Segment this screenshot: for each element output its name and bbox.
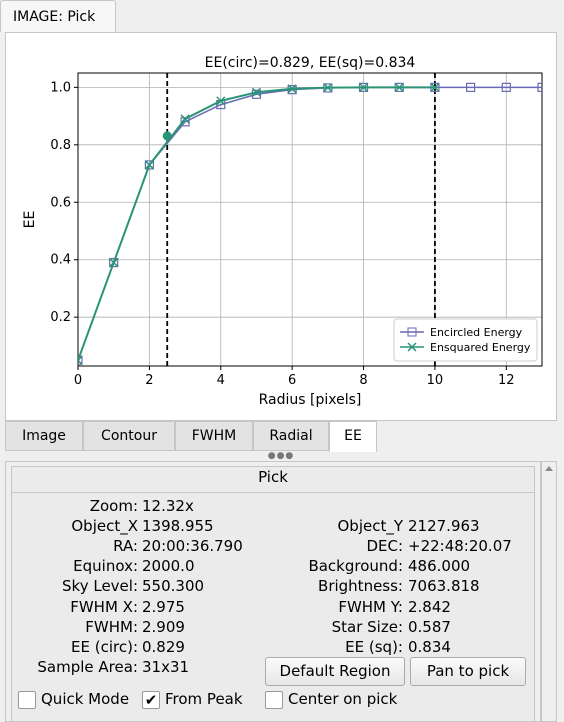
pick-field-value: 31x31 (142, 657, 190, 676)
y-tick-label: 0.6 (50, 195, 71, 210)
tab-image[interactable]: Image (5, 421, 83, 451)
pick-field-value: 2.909 (142, 617, 185, 636)
from-peak-label: From Peak (165, 690, 243, 708)
pan-to-pick-button[interactable]: Pan to pick (410, 657, 526, 686)
pick-field-label: FWHM X: (70, 597, 138, 616)
plot-tab-bar: Image Contour FWHM Radial EE (5, 421, 557, 452)
pick-field-label: RA: (113, 537, 138, 556)
window-title: IMAGE: Pick (13, 9, 96, 25)
series-line (78, 86, 435, 361)
splitter-handle[interactable]: ●●● (266, 451, 296, 461)
plot-frame: 0 2 4 6 8 10 12 0.2 0.4 0.6 0.8 1.0 EE(circ)=0.829, … (5, 32, 557, 421)
pick-field-label: Background: (308, 557, 403, 576)
center-on-pick-checkbox[interactable] (265, 691, 283, 709)
center-on-pick-label: Center on pick (288, 690, 398, 708)
pick-field-label: Zoom: (89, 497, 138, 515)
pick-field-value: 12.32x (142, 497, 194, 515)
window-title-tab[interactable]: IMAGE: Pick (0, 0, 116, 32)
pick-field-label: Equinox: (73, 557, 138, 576)
pick-field-label: FWHM Y: (338, 597, 403, 616)
quick-mode-label: Quick Mode (41, 690, 130, 708)
x-tick-label: 8 (359, 373, 367, 388)
y-tick-label: 0.2 (50, 310, 71, 325)
y-tick-label: 0.8 (50, 138, 71, 153)
x-tick-label: 2 (145, 373, 153, 388)
check-mark-icon: ✔ (144, 691, 158, 709)
pick-field-value: +22:48:20.07 (408, 537, 512, 556)
x-axis-label: Radius [pixels] (259, 392, 362, 408)
pick-field-value: 2000.0 (142, 557, 195, 576)
x-tick-label: 0 (74, 373, 82, 388)
ee-point-marker (162, 131, 172, 141)
pick-group-title: Pick (258, 468, 288, 486)
tab-radial[interactable]: Radial (253, 421, 329, 451)
tab-contour[interactable]: Contour (83, 421, 175, 451)
chart-title: EE(circ)=0.829, EE(sq)=0.834 (205, 55, 416, 71)
y-axis-label: EE (22, 211, 38, 229)
x-tick-label: 10 (427, 373, 444, 388)
x-tick-label: 12 (498, 373, 515, 388)
pick-field-label: EE (circ): (71, 637, 138, 656)
y-tick-label: 0.4 (50, 253, 71, 268)
pick-field-value: 550.300 (142, 577, 205, 596)
pick-field-value: 2127.963 (408, 517, 480, 536)
x-tick-label: 6 (288, 373, 296, 388)
pick-field-value: 1398.955 (142, 517, 214, 536)
vertical-scrollbar[interactable] (541, 461, 557, 722)
pick-field-label: DEC: (366, 537, 403, 556)
pick-field-label: Object_Y (337, 517, 403, 536)
pick-field-value: 7063.818 (408, 577, 480, 596)
pick-field-label: Brightness: (318, 577, 403, 596)
legend-label: Encircled Energy (430, 326, 523, 339)
pick-field-label: Star Size: (331, 617, 403, 636)
pick-field-label: Sky Level: (62, 577, 138, 596)
pick-field-label: Sample Area: (37, 657, 138, 676)
pick-field-value: 0.829 (142, 637, 185, 656)
pick-field-label: EE (sq): (345, 637, 403, 656)
ee-chart: 0 2 4 6 8 10 12 0.2 0.4 0.6 0.8 1.0 EE(circ)=0.829, … (22, 55, 543, 408)
tab-fwhm[interactable]: FWHM (175, 421, 253, 451)
y-tick-label: 1.0 (50, 80, 71, 95)
pick-field-label: Object_X (71, 517, 138, 536)
pick-field-value: 486.000 (408, 557, 471, 576)
default-region-button[interactable]: Default Region (265, 657, 405, 686)
pick-field-value: 2.842 (408, 597, 451, 616)
from-peak-checkbox[interactable]: ✔ (142, 691, 160, 709)
pick-field-label: FWHM: (85, 617, 138, 636)
group-divider (12, 492, 534, 493)
tab-ee[interactable]: EE (329, 421, 377, 452)
pick-field-value: 0.834 (408, 637, 451, 656)
pick-field-value: 0.587 (408, 617, 451, 636)
pick-field-value: 20:00:36.790 (142, 537, 243, 556)
pick-field-value: 2.975 (142, 597, 185, 616)
x-tick-label: 4 (217, 373, 225, 388)
quick-mode-checkbox[interactable] (18, 691, 36, 709)
legend-label: Ensquared Energy (430, 341, 531, 354)
scroll-up-arrow-icon[interactable] (545, 466, 553, 471)
